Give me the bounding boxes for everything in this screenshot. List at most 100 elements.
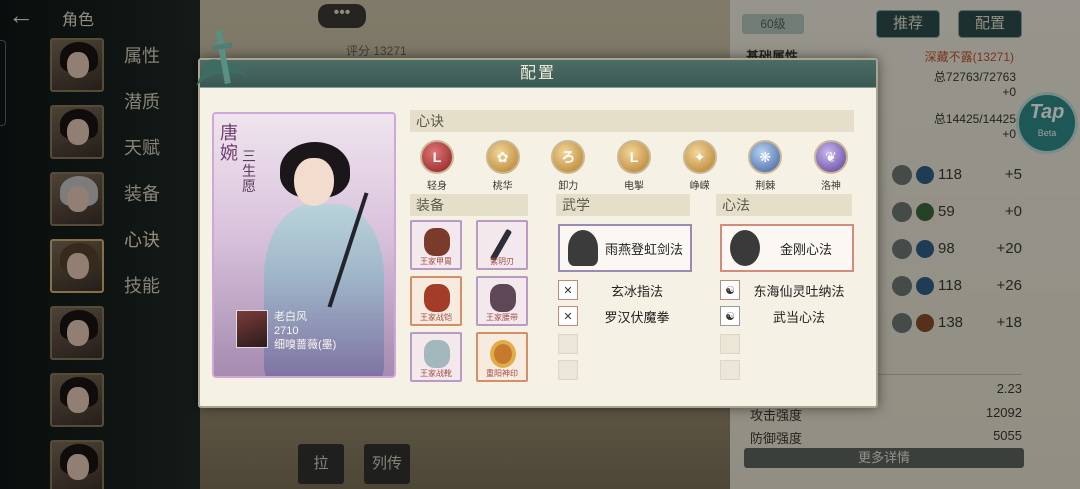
tab-equipment[interactable]: 装备 xyxy=(124,182,164,228)
xinjue-label: 峥嵘 xyxy=(689,181,710,192)
page-title: 角色 xyxy=(62,12,95,29)
focus-skill-icon xyxy=(892,312,912,333)
empty-slot[interactable] xyxy=(558,334,578,354)
zhengrong-orb-icon: ✦ xyxy=(682,140,717,174)
sub-mind-method-label: 东海仙灵吐纳法 xyxy=(753,283,845,299)
biography-icon[interactable]: 列传 xyxy=(364,444,410,484)
equipment-slot[interactable]: 王家战靴 xyxy=(410,332,462,382)
xieli-orb-icon: ろ xyxy=(551,140,586,174)
xinjue-item[interactable]: ✦ 峥嵘 xyxy=(677,140,723,192)
skill-bonus: +18 xyxy=(996,314,1022,331)
character-portrait[interactable] xyxy=(50,172,104,226)
sub-martial-art[interactable]: ✕ 玄冰指法 xyxy=(558,280,692,300)
equipment-section-title: 装备 xyxy=(410,194,528,216)
gem-icon xyxy=(916,276,934,295)
main-martial-art[interactable]: 雨燕登虹剑法 xyxy=(558,224,692,272)
character-title: 三生愿 xyxy=(242,149,256,195)
score-label: 评分 13271 xyxy=(346,44,407,58)
skill-bonus: +26 xyxy=(996,277,1022,294)
agility-skill-icon xyxy=(892,238,912,259)
meditation-icon xyxy=(730,230,760,266)
sub-mind-method[interactable]: ☯ 东海仙灵吐纳法 xyxy=(720,280,854,300)
tap-badge-sub: Beta xyxy=(1037,128,1057,138)
character-portrait[interactable] xyxy=(50,38,104,92)
sub-martial-art[interactable]: ✕ 罗汉伏魔拳 xyxy=(558,306,692,326)
config-button[interactable]: 配置 xyxy=(958,10,1022,38)
chat-bubble[interactable]: ••• xyxy=(318,4,366,28)
tab-skills[interactable]: 技能 xyxy=(124,274,164,320)
sub-martial-art-label: 玄冰指法 xyxy=(610,283,663,299)
bottom-icons: 拉 列传 xyxy=(298,444,410,484)
equipment-name: 王家腰带 xyxy=(486,313,518,322)
hp-row: 总72763/72763 +0 xyxy=(934,70,1016,100)
skill-row: 98 +20 xyxy=(892,230,1022,267)
xinjue-item[interactable]: L 电掣 xyxy=(611,140,657,192)
sub-mind-method-label: 武当心法 xyxy=(772,309,825,325)
character-portrait-active[interactable] xyxy=(50,239,104,293)
xinjue-label: 桃华 xyxy=(492,181,513,192)
main-mind-method[interactable]: 金刚心法 xyxy=(720,224,854,272)
skill-row: 118 +26 xyxy=(892,267,1022,304)
movement-skill-icon xyxy=(892,201,912,222)
armor-icon xyxy=(424,228,450,256)
tap-beta-badge[interactable]: Tap Beta xyxy=(1016,92,1078,154)
hp-value: 总72763/72763 xyxy=(933,70,1016,84)
empty-slot[interactable] xyxy=(558,360,578,380)
xinjue-item[interactable]: ❋ 荆棘 xyxy=(742,140,788,192)
fist-icon: ✕ xyxy=(558,280,578,300)
xinjue-section-title: 心诀 xyxy=(410,110,854,132)
equipment-slot[interactable]: 重阳神印 xyxy=(476,332,528,382)
back-arrow-icon[interactable]: ← xyxy=(8,2,50,28)
main-martial-art-label: 雨燕登虹剑法 xyxy=(604,241,683,257)
empty-slot[interactable] xyxy=(720,334,740,354)
gem-icon xyxy=(916,239,934,258)
recommend-button[interactable]: 推荐 xyxy=(876,10,940,38)
xinjue-item[interactable]: L 轻身 xyxy=(414,140,460,192)
skill-row: 118 +5 xyxy=(892,156,1022,193)
gem-icon xyxy=(916,165,934,184)
tap-badge-text: Tap xyxy=(1029,101,1065,123)
martial-arts-section-title: 武学 xyxy=(556,194,690,216)
boot-icon xyxy=(424,340,450,368)
tab-talent[interactable]: 天赋 xyxy=(124,136,164,182)
xinjue-item[interactable]: ろ 卸力 xyxy=(545,140,591,192)
empty-slot[interactable] xyxy=(720,360,740,380)
attack-value: 12092 xyxy=(985,405,1022,420)
owner-tag: 细嗅蔷薇(墨) xyxy=(274,339,337,351)
equipment-name: 王家战铠 xyxy=(420,313,452,322)
xinjue-item[interactable]: ✿ 桃华 xyxy=(480,140,526,192)
character-portrait[interactable] xyxy=(50,373,104,427)
tab-xinjue[interactable]: 心诀 xyxy=(124,228,164,274)
character-portrait[interactable] xyxy=(50,440,104,489)
level-badge: 60级 xyxy=(742,14,804,34)
equipment-slot[interactable]: 王家战铠 xyxy=(410,276,462,326)
owner-power: 2710 xyxy=(274,325,299,337)
xinjue-item[interactable]: ❦ 洛神 xyxy=(808,140,854,192)
mind-method-section-title: 心法 xyxy=(716,194,852,216)
tab-attributes[interactable]: 属性 xyxy=(124,44,164,90)
skill-bonus: +0 xyxy=(1004,203,1022,220)
sword-skill-icon xyxy=(892,164,912,185)
bottom-icon[interactable]: 拉 xyxy=(298,444,344,484)
power-hint: 深藏不露(13271) xyxy=(924,50,1014,64)
swordsman-icon xyxy=(568,230,598,266)
character-portrait[interactable] xyxy=(50,105,104,159)
equipment-grid: 王家甲胄 紫玥刃 王家战铠 王家腰带 王家战靴 重阳神印 xyxy=(410,220,530,382)
tab-potential[interactable]: 潜质 xyxy=(124,90,164,136)
xinjue-label: 电掣 xyxy=(623,181,644,192)
modal-title: 配置 xyxy=(519,65,556,82)
equipment-slot[interactable]: 王家甲胄 xyxy=(410,220,462,270)
xinjue-label: 轻身 xyxy=(427,181,447,192)
xinjue-label: 卸力 xyxy=(558,181,579,192)
equipment-name: 紫玥刃 xyxy=(490,257,514,266)
qingshen-orb-icon: L xyxy=(420,140,454,174)
equipment-slot[interactable]: 王家腰带 xyxy=(476,276,528,326)
sub-mind-method[interactable]: ☯ 武当心法 xyxy=(720,306,854,326)
mp-value: 总14425/14425 xyxy=(933,112,1016,126)
equipment-slot[interactable]: 紫玥刃 xyxy=(476,220,528,270)
ring-icon xyxy=(490,340,516,368)
more-details-button[interactable]: 更多详情 xyxy=(744,448,1024,468)
character-card[interactable]: 唐婉 三生愿 老白风 2710 细嗅蔷薇(墨) xyxy=(212,112,396,378)
character-portrait[interactable] xyxy=(50,306,104,360)
sub-martial-art-label: 罗汉伏魔拳 xyxy=(604,309,670,325)
